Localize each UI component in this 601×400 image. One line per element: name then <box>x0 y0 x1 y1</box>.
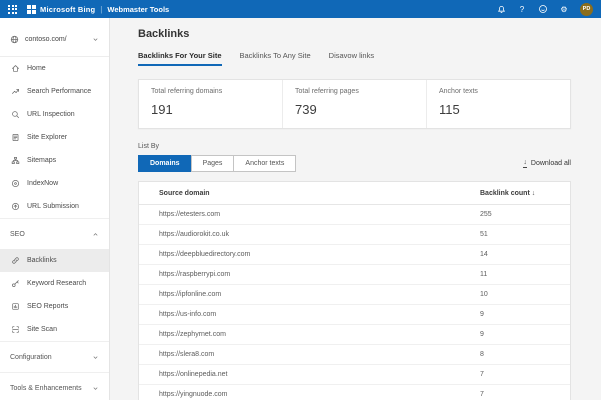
sidebar-item-seo-reports[interactable]: SEO Reports <box>0 295 109 318</box>
sidebar-item-search-performance[interactable]: Search Performance <box>0 80 109 103</box>
tab-backlinks-to-any-site[interactable]: Backlinks To Any Site <box>240 51 311 66</box>
key-icon <box>10 279 20 289</box>
table-row[interactable]: https://raspberrypi.com 11 <box>139 265 570 285</box>
magnifier-icon <box>10 110 20 120</box>
report-icon <box>10 302 20 312</box>
globe-arrow-icon <box>10 202 20 212</box>
help-icon[interactable]: ? <box>517 4 527 14</box>
sidebar-item-keyword-research[interactable]: Keyword Research <box>0 272 109 295</box>
list-by-pages-button[interactable]: Pages <box>191 155 235 172</box>
sidebar-item-backlinks[interactable]: Backlinks <box>0 249 109 272</box>
table-row[interactable]: https://us-info.com 9 <box>139 305 570 325</box>
app-launcher-icon[interactable] <box>8 5 17 14</box>
user-avatar[interactable]: PD <box>580 3 593 16</box>
column-header-source-domain[interactable]: Source domain <box>159 190 480 197</box>
list-by-domains-button[interactable]: Domains <box>138 155 192 172</box>
brand-name: Microsoft Bing <box>40 5 95 14</box>
indexnow-icon <box>10 179 20 189</box>
download-icon: ↓ <box>523 159 527 168</box>
table-row[interactable]: https://slera8.com 8 <box>139 345 570 365</box>
stat-anchor-texts: Anchor texts 115 <box>427 80 570 128</box>
sidebar-item-url-inspection[interactable]: URL Inspection <box>0 103 109 126</box>
sitemap-tree-icon <box>10 156 20 166</box>
table-row[interactable]: https://audiorokit.co.uk 51 <box>139 225 570 245</box>
tab-disavow-links[interactable]: Disavow links <box>329 51 374 66</box>
download-all-label: Download all <box>531 160 571 167</box>
list-by-anchor-texts-button[interactable]: Anchor texts <box>233 155 296 172</box>
chevron-down-icon <box>92 379 99 397</box>
table-row[interactable]: https://ipfonline.com 10 <box>139 285 570 305</box>
sort-descending-icon: ↓ <box>532 190 536 197</box>
summary-stats-card: Total referring domains 191 Total referr… <box>138 79 571 129</box>
site-selector[interactable]: contoso.com/ <box>0 24 109 57</box>
backlinks-table: Source domain Backlink count↓ https://et… <box>138 181 571 400</box>
sidebar-group-tools-enhancements[interactable]: Tools & Enhancements <box>0 372 109 400</box>
main-content: Backlinks Backlinks For Your Site Backli… <box>110 18 601 400</box>
list-by-label: List By <box>138 143 571 150</box>
sidebar: contoso.com/ Home Search Performance <box>0 18 110 400</box>
product-name: Webmaster Tools <box>107 5 169 14</box>
table-row[interactable]: https://etesters.com 255 <box>139 205 570 225</box>
sidebar-item-site-explorer[interactable]: Site Explorer <box>0 126 109 149</box>
chevron-down-icon <box>92 30 99 48</box>
sidebar-item-sitemaps[interactable]: Sitemaps <box>0 149 109 172</box>
notifications-bell-icon[interactable] <box>496 4 506 14</box>
tab-backlinks-for-your-site[interactable]: Backlinks For Your Site <box>138 51 222 66</box>
stat-total-referring-domains: Total referring domains 191 <box>139 80 283 128</box>
table-header-row: Source domain Backlink count↓ <box>139 182 570 205</box>
list-by-button-group: Domains Pages Anchor texts <box>138 155 296 172</box>
tab-bar: Backlinks For Your Site Backlinks To Any… <box>138 51 571 66</box>
column-header-backlink-count[interactable]: Backlink count↓ <box>480 190 560 197</box>
link-icon <box>10 256 20 266</box>
list-by-controls: Domains Pages Anchor texts ↓ Download al… <box>138 155 571 172</box>
sidebar-group-seo[interactable]: SEO <box>0 218 109 249</box>
sidebar-item-site-scan[interactable]: Site Scan <box>0 318 109 341</box>
topbar-actions: ? ⚙ PD <box>496 3 593 16</box>
sidebar-group-configuration[interactable]: Configuration <box>0 341 109 372</box>
top-bar: Microsoft Bing | Webmaster Tools ? ⚙ PD <box>0 0 601 18</box>
brand-separator: | <box>100 5 102 14</box>
settings-gear-icon[interactable]: ⚙ <box>559 4 569 14</box>
document-icon <box>10 133 20 143</box>
chevron-up-icon <box>92 225 99 243</box>
site-name: contoso.com/ <box>25 36 86 43</box>
app-window: Microsoft Bing | Webmaster Tools ? ⚙ PD <box>0 0 601 400</box>
stat-total-referring-pages: Total referring pages 739 <box>283 80 427 128</box>
download-all-button[interactable]: ↓ Download all <box>523 159 571 168</box>
home-icon <box>10 64 20 74</box>
page-title: Backlinks <box>138 28 571 40</box>
table-row[interactable]: https://deepbluedirectory.com 14 <box>139 245 570 265</box>
trend-chart-icon <box>10 87 20 97</box>
table-row[interactable]: https://onlinepedia.net 7 <box>139 365 570 385</box>
microsoft-logo-icon <box>27 5 36 14</box>
chevron-down-icon <box>92 348 99 366</box>
feedback-smiley-icon[interactable] <box>538 4 548 14</box>
scan-icon <box>10 325 20 335</box>
table-row[interactable]: https://yingnuode.com 7 <box>139 385 570 400</box>
globe-icon <box>9 34 19 44</box>
sidebar-item-url-submission[interactable]: URL Submission <box>0 195 109 218</box>
sidebar-item-indexnow[interactable]: IndexNow <box>0 172 109 195</box>
sidebar-item-home[interactable]: Home <box>0 57 109 80</box>
table-row[interactable]: https://zephyrnet.com 9 <box>139 325 570 345</box>
